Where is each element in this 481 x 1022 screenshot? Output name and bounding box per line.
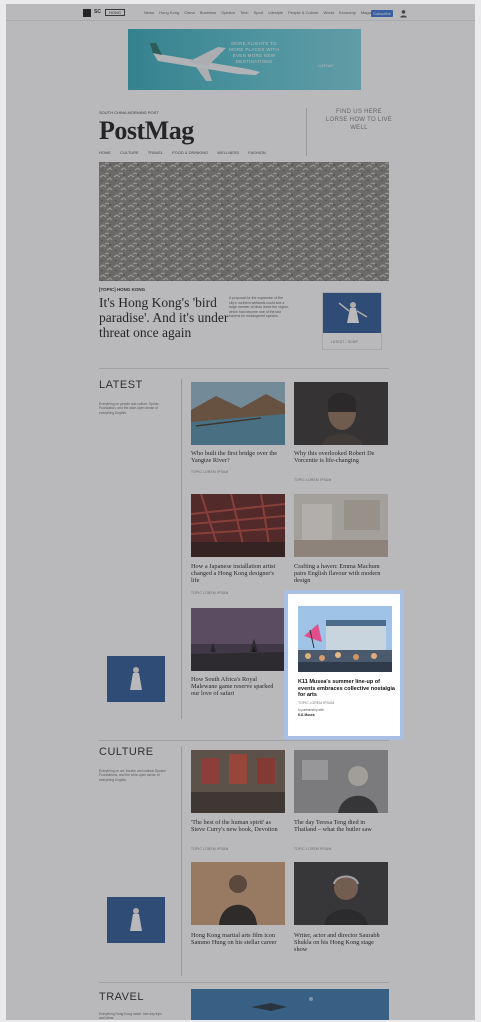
section-nav-food[interactable]: FOOD & DRINKING xyxy=(172,150,208,155)
article-meta: TOPIC LOREM IPSUM xyxy=(191,591,229,595)
scmp-logo-text: SC xyxy=(94,9,101,15)
nav-link[interactable]: People & Culture xyxy=(288,10,318,15)
nav-link[interactable]: Hong Kong xyxy=(159,10,179,15)
article-title[interactable]: Who built the first bridge over the Yang… xyxy=(191,450,283,464)
travel-underwater-image[interactable] xyxy=(191,989,389,1020)
postmag-logo[interactable]: PostMag xyxy=(99,116,194,146)
section-nav-home[interactable]: HOME xyxy=(99,150,111,155)
article-title[interactable]: Hong Kong martial arts film icon Sammo H… xyxy=(191,932,283,946)
article-meta: TOPIC LOREM IPSUM xyxy=(191,847,229,851)
article-title[interactable]: 'The best of the human spirit' as Steve … xyxy=(191,819,283,833)
k11-musea-image xyxy=(298,606,392,672)
nav-link[interactable]: Opinion xyxy=(221,10,235,15)
top-nav-links: News Hong Kong China Business Opinion Te… xyxy=(144,10,396,15)
sponsored-article-card[interactable]: K11 Musea's summer line-up of events emb… xyxy=(284,590,404,740)
hero-image-birds[interactable] xyxy=(99,162,389,281)
article-title[interactable]: Crafting a haven: Emma Machum pairs Engl… xyxy=(294,563,386,584)
bridge-image[interactable] xyxy=(191,382,285,445)
culture-blurb: Everything on art, theatre and cultural … xyxy=(99,769,167,782)
divider xyxy=(99,368,389,369)
section-nav-fashion[interactable]: FASHION xyxy=(248,150,266,155)
article-title[interactable]: Why this overlooked Robert De Vorcentie … xyxy=(294,450,386,464)
sammo-hung-image[interactable] xyxy=(191,862,285,925)
nav-link[interactable]: China xyxy=(184,10,194,15)
edition-selector[interactable]: HONG xyxy=(105,9,125,16)
side-card-caption: LATEST / SCMP xyxy=(331,340,359,344)
nav-link[interactable]: Tech xyxy=(240,10,248,15)
section-nav-wellness[interactable]: WELLNESS xyxy=(217,150,239,155)
article-meta: TOPIC LOREM IPSUM xyxy=(191,470,229,474)
article-meta: TOPIC LOREM IPSUM xyxy=(294,847,332,851)
hero-summary: A proposal for the expansion of the city… xyxy=(229,296,289,318)
interior-image[interactable] xyxy=(294,494,388,557)
latest-blurb: Everything on people and culture: Sports… xyxy=(99,402,159,415)
article-title[interactable]: The day Teresa Teng died in Thailand – w… xyxy=(294,819,386,833)
saurabh-shukla-image[interactable] xyxy=(294,862,388,925)
partner-credit: In partnership with K11 Musea xyxy=(298,708,324,717)
section-nav-culture[interactable]: CULTURE xyxy=(120,150,139,155)
dancer-promo-image[interactable] xyxy=(107,897,165,943)
advertisement-banner[interactable]: MORE FLIGHTS TO MORE PLACES WITH EVEN MO… xyxy=(128,29,361,90)
hero-headline[interactable]: It's Hong Kong's 'bird paradise'. And it… xyxy=(99,295,229,340)
article-title[interactable]: Writer, actor and director Saurabh Shukl… xyxy=(294,932,386,953)
travel-heading[interactable]: TRAVEL xyxy=(99,991,144,1003)
installation-image[interactable] xyxy=(191,494,285,557)
article-meta: TOPIC LOREM IPSUM xyxy=(294,478,332,482)
divider xyxy=(99,740,389,741)
sponsored-article-title[interactable]: K11 Musea's summer line-up of events emb… xyxy=(298,679,396,699)
ad-brand-logo: CATHAY xyxy=(318,63,334,68)
culture-divider xyxy=(181,746,182,976)
portrait-image[interactable] xyxy=(294,382,388,445)
sponsored-article-meta: TOPIC LOREM IPSUM xyxy=(298,701,335,705)
partner-name[interactable]: K11 Musea xyxy=(298,713,324,718)
latest-divider xyxy=(181,379,182,719)
subscribe-button[interactable]: Subscribe xyxy=(371,10,393,17)
hero-side-card[interactable]: LATEST / SCMP xyxy=(322,292,382,350)
article-title[interactable]: How South Africa's Royal Malewane game r… xyxy=(191,676,283,697)
publisher-label: SOUTH CHINA MORNING POST xyxy=(99,110,159,115)
nav-link[interactable]: Business xyxy=(200,10,216,15)
scmp-logo-icon[interactable] xyxy=(83,9,91,17)
lanterns-image[interactable] xyxy=(191,750,285,813)
nav-link[interactable]: World xyxy=(324,10,334,15)
travel-blurb: Everything Hong Kong travel: free day tr… xyxy=(99,1012,162,1020)
article-title[interactable]: How a Japanese installation artist chang… xyxy=(191,563,283,584)
user-icon[interactable] xyxy=(399,9,408,18)
safari-image[interactable] xyxy=(191,608,285,671)
nav-link[interactable]: Economy xyxy=(339,10,356,15)
partner-label: In partnership with xyxy=(298,708,325,712)
teresa-teng-image[interactable] xyxy=(294,750,388,813)
nav-link[interactable]: Sport xyxy=(254,10,264,15)
section-nav-travel[interactable]: TRAVEL xyxy=(148,150,163,155)
masthead-promo[interactable]: FIND US HERE LORSE HOW TO LIVE WELL xyxy=(319,108,399,132)
dancer-promo-image[interactable] xyxy=(107,656,165,702)
page-frame: SC HONG News Hong Kong China Business Op… xyxy=(6,4,475,1020)
latest-heading[interactable]: LATEST xyxy=(99,379,143,391)
masthead-divider xyxy=(306,108,307,156)
nav-link[interactable]: News xyxy=(144,10,154,15)
dancer-image xyxy=(323,293,381,333)
nav-link[interactable]: Lifestyle xyxy=(268,10,283,15)
section-nav: HOME CULTURE TRAVEL FOOD & DRINKING WELL… xyxy=(99,150,274,155)
culture-heading[interactable]: CULTURE xyxy=(99,746,154,758)
ad-headline: MORE FLIGHTS TO MORE PLACES WITH EVEN MO… xyxy=(228,41,280,64)
divider xyxy=(99,982,389,983)
hero-kicker[interactable]: [TOPIC] HONG KONG xyxy=(99,287,145,292)
top-navigation-bar: SC HONG News Hong Kong China Business Op… xyxy=(6,4,475,21)
